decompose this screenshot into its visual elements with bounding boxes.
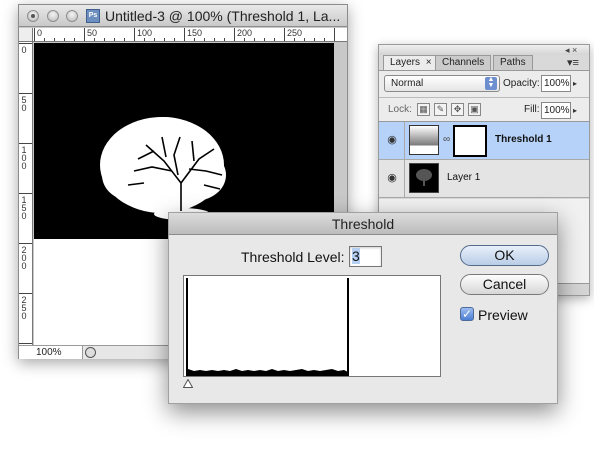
dialog-titlebar[interactable]: Threshold (169, 213, 557, 235)
threshold-level-label: Threshold Level: (241, 249, 345, 265)
layer-row-layer-1[interactable]: ◉ Layer 1 (379, 160, 589, 198)
histogram[interactable] (183, 275, 441, 377)
photoshop-document-icon: Ps (86, 9, 100, 23)
lock-position-icon[interactable]: ✥ (451, 103, 464, 116)
opacity-label: Opacity: (503, 78, 540, 89)
blend-mode-value: Normal (391, 78, 424, 89)
visibility-toggle[interactable]: ◉ (379, 122, 405, 160)
ruler-label: 5 0 (21, 95, 27, 113)
ruler-label: 2 5 0 (21, 295, 27, 321)
tab-layers[interactable]: Layers × (383, 55, 439, 70)
panel-menu-icon[interactable]: ▾≡ (567, 56, 579, 69)
preview-checkbox[interactable]: ✓ (460, 307, 474, 321)
fill-dropdown-icon[interactable]: ▸ (573, 106, 577, 115)
histogram-graph (186, 278, 349, 376)
canvas-image[interactable] (34, 43, 334, 239)
zoom-level-field[interactable]: 100% (19, 346, 83, 359)
eye-icon: ◉ (387, 172, 397, 184)
ruler-label: 50 (87, 28, 98, 38)
updown-arrows-icon: ▲ ▼ (485, 76, 497, 90)
threshold-adjustment-thumbnail (409, 125, 439, 155)
status-info-button[interactable] (85, 347, 96, 358)
link-chain-icon[interactable]: ∞ (443, 134, 450, 145)
ok-button[interactable]: OK (460, 245, 549, 266)
eye-icon: ◉ (387, 134, 397, 146)
document-title: Untitled-3 @ 100% (Threshold 1, La... (105, 8, 341, 24)
document-titlebar[interactable]: Ps Untitled-3 @ 100% (Threshold 1, La... (19, 5, 347, 27)
cancel-button[interactable]: Cancel (460, 274, 549, 295)
tab-layers-label: Layers (390, 57, 421, 68)
layer-name[interactable]: Layer 1 (447, 172, 480, 183)
fill-label: Fill: (524, 104, 540, 115)
panel-titlebar[interactable]: ◂ × (379, 45, 589, 55)
close-window-button[interactable] (27, 10, 39, 22)
minimize-window-button[interactable] (47, 10, 59, 22)
close-tab-icon[interactable]: × (426, 57, 432, 68)
threshold-level-field[interactable]: 3 (349, 246, 382, 267)
zoom-window-button[interactable] (66, 10, 78, 22)
ruler-label: 0 (21, 45, 27, 55)
lock-label: Lock: (388, 104, 412, 115)
ruler-label: 1 0 0 (21, 145, 27, 171)
preview-label[interactable]: Preview (478, 307, 528, 323)
layer-options-bar: Normal ▲ ▼ Opacity: 100% ▸ (379, 70, 589, 98)
threshold-slider-handle[interactable] (183, 379, 193, 388)
lock-all-icon[interactable]: ▣ (468, 103, 481, 116)
dialog-title: Threshold (331, 216, 395, 232)
ruler-label: 200 (237, 28, 253, 38)
layer-row-threshold-1[interactable]: ◉ ∞ Threshold 1 (379, 122, 589, 160)
visibility-toggle[interactable]: ◉ (379, 160, 405, 198)
layer-mask-thumbnail[interactable] (453, 125, 487, 157)
ruler-label: 250 (287, 28, 303, 38)
tree-thumbnail-image (416, 169, 432, 186)
lock-transparency-icon[interactable]: ▦ (417, 103, 430, 116)
layer-thumbnail (409, 163, 439, 193)
tab-channels[interactable]: Channels (435, 55, 492, 70)
layer-name[interactable]: Threshold 1 (495, 134, 552, 145)
opacity-dropdown-icon[interactable]: ▸ (573, 79, 577, 88)
lock-brush-icon[interactable]: ✎ (434, 103, 447, 116)
lock-options-bar: Lock: ▦ ✎ ✥ ▣ Fill: 100% ▸ (379, 98, 589, 122)
horizontal-ruler[interactable]: 0 50 100 150 200 250 (33, 28, 347, 42)
blend-mode-select[interactable]: Normal ▲ ▼ (384, 75, 500, 92)
tab-paths[interactable]: Paths (493, 55, 533, 70)
vertical-ruler[interactable]: 0 5 0 1 0 0 1 5 0 2 0 0 2 5 0 (19, 42, 33, 345)
ruler-label: 0 (37, 28, 43, 38)
threshold-level-value: 3 (352, 248, 360, 264)
tree-silhouette-image (100, 117, 226, 220)
fill-field[interactable]: 100% (541, 102, 571, 119)
ruler-label: 150 (187, 28, 203, 38)
threshold-dialog: Threshold Threshold Level: 3 OK Cancel ✓… (168, 212, 558, 404)
ruler-origin[interactable] (19, 28, 33, 42)
ruler-label: 2 0 0 (21, 245, 27, 271)
panel-collapse-icon[interactable]: ◂ × (565, 45, 577, 56)
ruler-label: 1 5 0 (21, 195, 27, 221)
opacity-field[interactable]: 100% (541, 75, 571, 92)
ruler-label: 100 (137, 28, 153, 38)
